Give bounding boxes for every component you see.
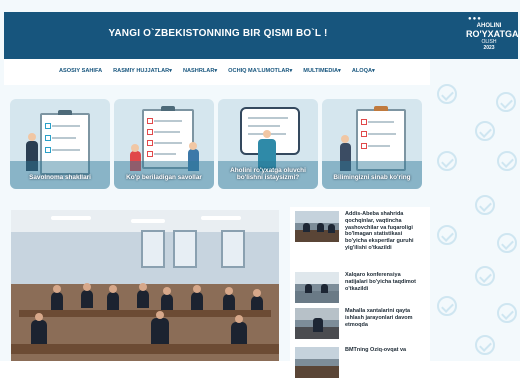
- card-label: Savolnoma shakllari: [29, 174, 91, 181]
- news-list: Addis-Abeba shahrida qochqinlar, vaqtinc…: [290, 207, 430, 378]
- check-circle-icon: [437, 225, 457, 245]
- news-title: Mahalla xantalarini qayta ishlash jarayo…: [345, 308, 413, 328]
- dropdown-arrow-icon: ▾: [214, 68, 218, 74]
- nav-item-contact[interactable]: ALOQA▾: [352, 68, 375, 74]
- nav-item-home[interactable]: ASOSIY SAHIFA: [59, 68, 102, 74]
- check-circle-icon: [475, 121, 495, 141]
- nav-item-official-documents[interactable]: RASMIY HUJJATLAR▾: [113, 68, 172, 74]
- check-circle-icon: [497, 303, 517, 323]
- quick-links: Savolnoma shakllari Ko'p beriladigan sav…: [10, 99, 430, 189]
- dropdown-arrow-icon: ▾: [169, 68, 172, 74]
- check-circle-icon: [496, 92, 516, 112]
- card-test-knowledge[interactable]: Bilimingizni sinab ko'ring: [322, 99, 422, 189]
- featured-news-photo[interactable]: [11, 210, 279, 361]
- dropdown-arrow-icon: ▾: [372, 68, 375, 74]
- dropdown-arrow-icon: ▾: [289, 68, 293, 74]
- news-thumbnail: [295, 272, 339, 303]
- check-circle-icon: [475, 335, 495, 355]
- header-title: YANGI O`ZBEKISTONNING BIR QISMI BO`L !: [108, 28, 328, 39]
- news-title: BMTning Oziq-ovqat va: [345, 347, 407, 353]
- check-circle-icon: [475, 195, 495, 215]
- news-item[interactable]: BMTning Oziq-ovqat va: [295, 347, 427, 378]
- news-thumbnail: [295, 211, 339, 242]
- card-label: Aholini ro'yxatga oluvchi bo'lishni ista…: [230, 167, 306, 181]
- census-logo[interactable]: ●●● AHOLINI RO'YXATGA OLISH 2023: [466, 16, 519, 56]
- main-nav: ASOSIY SAHIFA RASMIY HUJJATLAR▾ NASHRLAR…: [4, 59, 430, 85]
- dropdown-arrow-icon: ▾: [338, 68, 341, 74]
- card-faq[interactable]: Ko'p beriladigan savollar: [114, 99, 214, 189]
- nav-item-multimedia[interactable]: MULTIMEDIA▾: [303, 68, 341, 74]
- nav-item-publications[interactable]: NASHRLAR▾: [183, 68, 217, 74]
- check-circle-icon: [497, 233, 517, 253]
- clipboard-illustration: [142, 106, 194, 169]
- news-title: Xalqaro konferensiya natijalari bo'yicha…: [345, 272, 416, 292]
- logo-line-2: RO'YXATGA: [466, 29, 519, 39]
- logo-line-4: 2023: [483, 45, 495, 51]
- news-thumbnail: [295, 308, 339, 339]
- news-title: Addis-Abeba shahrida qochqinlar, vaqtinc…: [345, 211, 414, 251]
- check-circle-icon: [437, 151, 457, 171]
- check-circle-icon: [437, 84, 457, 104]
- logo-people-icon: ●●●: [468, 16, 482, 22]
- card-label: Ko'p beriladigan savollar: [126, 174, 202, 181]
- check-circle-icon: [437, 296, 457, 316]
- card-become-enumerator[interactable]: Aholini ro'yxatga oluvchi bo'lishni ista…: [218, 99, 318, 189]
- news-item[interactable]: Xalqaro konferensiya natijalari bo'yicha…: [295, 272, 427, 304]
- card-label: Bilimingizni sinab ko'ring: [333, 174, 411, 181]
- nav-item-open-data[interactable]: OCHIQ MA'LUMOTLAR▾: [228, 68, 292, 74]
- news-item[interactable]: Mahalla xantalarini qayta ishlash jarayo…: [295, 308, 427, 342]
- card-questionnaire-forms[interactable]: Savolnoma shakllari: [10, 99, 110, 189]
- site-header: YANGI O`ZBEKISTONNING BIR QISMI BO`L ! ●…: [4, 12, 518, 59]
- news-item[interactable]: Addis-Abeba shahrida qochqinlar, vaqtinc…: [295, 211, 427, 263]
- news-thumbnail: [295, 347, 339, 378]
- check-circle-icon: [497, 151, 517, 171]
- check-circle-icon: [475, 266, 495, 286]
